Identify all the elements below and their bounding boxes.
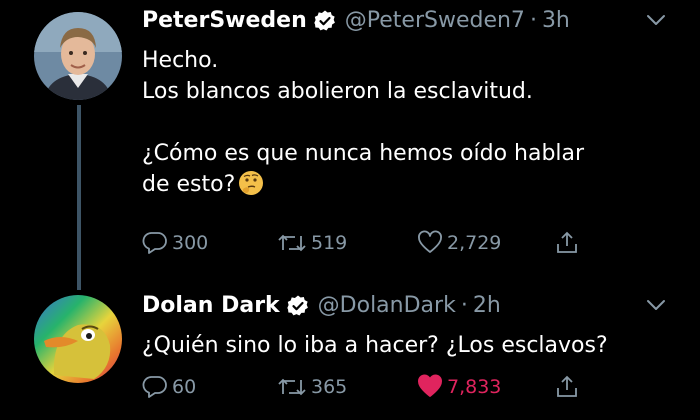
share-button[interactable] xyxy=(554,228,580,258)
share-button[interactable] xyxy=(554,372,580,402)
thread-line xyxy=(77,105,81,290)
tweet[interactable]: Dolan Dark @DolanDark · 2h ¿Quién sino l… xyxy=(0,285,700,420)
tweet[interactable]: PeterSweden @PeterSweden7 · 3h Hecho. Lo… xyxy=(0,0,700,290)
heart-icon xyxy=(418,374,442,397)
retweet-count: 519 xyxy=(311,232,348,254)
handle[interactable]: @DolanDark xyxy=(318,293,456,319)
separator: · xyxy=(460,293,468,318)
reply-icon xyxy=(142,376,167,398)
share-icon xyxy=(557,375,577,397)
timestamp[interactable]: 3h xyxy=(542,8,570,34)
avatar[interactable] xyxy=(34,12,122,100)
retweet-icon xyxy=(278,234,306,252)
share-icon xyxy=(557,231,577,253)
reply-count: 300 xyxy=(172,232,209,254)
verified-badge-icon xyxy=(314,10,335,31)
retweet-button[interactable]: 519 xyxy=(277,228,347,258)
tweet-text-content: Hecho. Los blancos abolieron la esclavit… xyxy=(142,48,585,197)
handle[interactable]: @PeterSweden7 xyxy=(345,8,525,34)
tweet-actions: 300 519 2,729 xyxy=(142,228,602,258)
chevron-down-icon[interactable] xyxy=(646,298,666,312)
tweet-actions: 60 365 7,833 xyxy=(142,372,602,402)
reply-count: 60 xyxy=(172,376,197,398)
reply-button[interactable]: 60 xyxy=(142,372,196,402)
display-name[interactable]: Dolan Dark xyxy=(142,293,280,319)
thinking-face-emoji xyxy=(239,171,264,195)
reply-button[interactable]: 300 xyxy=(142,228,208,258)
like-button[interactable]: 2,729 xyxy=(417,228,501,258)
heart-icon xyxy=(418,230,442,253)
separator: · xyxy=(529,8,537,33)
retweet-button[interactable]: 365 xyxy=(277,372,347,402)
display-name[interactable]: PeterSweden xyxy=(142,8,307,34)
chevron-down-icon[interactable] xyxy=(646,13,666,27)
like-count: 7,833 xyxy=(447,376,502,398)
tweet-header: PeterSweden @PeterSweden7 · 3h xyxy=(142,8,570,34)
like-button[interactable]: 7,833 xyxy=(417,372,501,402)
avatar[interactable] xyxy=(34,295,122,383)
verified-badge-icon xyxy=(286,295,308,316)
timestamp[interactable]: 2h xyxy=(473,293,501,319)
retweet-icon xyxy=(278,378,306,396)
tweet-text: Hecho. Los blancos abolieron la esclavit… xyxy=(142,45,672,200)
tweet-text-content: ¿Quién sino lo iba a hacer? ¿Los esclavo… xyxy=(142,333,608,358)
tweet-text: ¿Quién sino lo iba a hacer? ¿Los esclavo… xyxy=(142,330,672,361)
tweet-header: Dolan Dark @DolanDark · 2h xyxy=(142,293,501,319)
retweet-count: 365 xyxy=(311,376,348,398)
like-count: 2,729 xyxy=(447,232,502,254)
reply-icon xyxy=(142,232,167,254)
